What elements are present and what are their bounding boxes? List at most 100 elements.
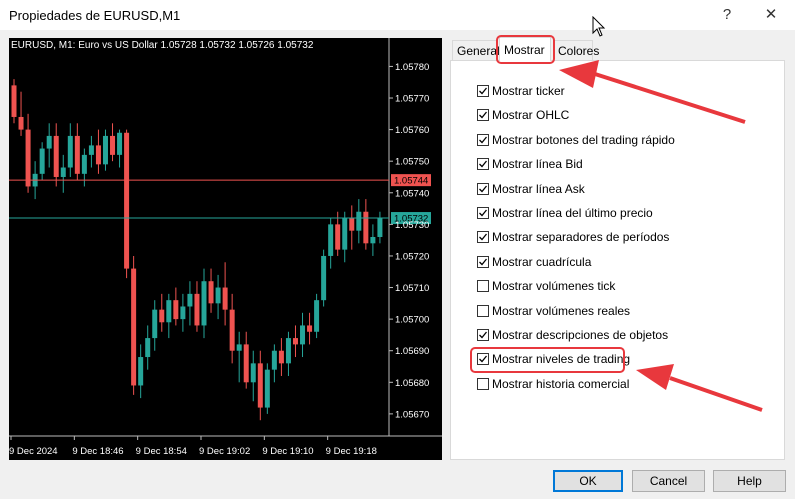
candle-body	[328, 224, 334, 256]
candle-body	[236, 344, 242, 351]
checkbox-checked[interactable]	[477, 158, 489, 171]
option-label: Mostrar volúmenes reales	[492, 303, 631, 318]
candle-body	[39, 148, 45, 174]
y-tick-label: 1.05750	[395, 157, 429, 168]
checkmark-icon	[479, 185, 488, 193]
option-label: Mostrar línea del último precio	[492, 206, 653, 220]
x-tick-label: 9 Dec 19:10	[262, 446, 313, 457]
y-tick-label: 1.05730	[395, 220, 429, 231]
candle-body	[243, 344, 249, 383]
candle-body	[67, 135, 73, 168]
option-row[interactable]: Mostrar línea del último precio	[477, 204, 653, 222]
chart-preview: 1.05744 1.05732 1.05780 1.05770 1.05760 1.05…	[9, 38, 442, 460]
checkbox-checked[interactable]	[477, 109, 489, 122]
close-button[interactable]: ✕	[756, 4, 786, 26]
option-row[interactable]: Mostrar ticker	[477, 82, 565, 100]
option-row[interactable]: Mostrar volúmenes tick	[477, 277, 615, 295]
checkbox-checked[interactable]	[477, 329, 489, 341]
option-label: Mostrar línea Bid	[492, 157, 583, 172]
candle-body	[60, 167, 66, 177]
candle-body	[131, 268, 137, 386]
annotation-arrow-icon	[559, 60, 746, 124]
candle-body	[314, 300, 320, 332]
candle-body	[201, 281, 207, 326]
candle-body	[18, 116, 24, 130]
option-label: Mostrar ticker	[492, 84, 565, 98]
x-tick-label: 9 Dec 18:46	[72, 446, 123, 457]
checkmark-icon	[479, 258, 488, 266]
option-label: Mostrar línea Ask	[492, 181, 585, 196]
option-label: Mostrar botones del trading rápido	[492, 132, 675, 147]
checkbox-checked[interactable]	[477, 207, 489, 219]
candle-body	[159, 309, 165, 323]
y-tick-label: 1.05720	[395, 251, 429, 262]
checkmark-icon	[479, 160, 488, 168]
ask-price-label: 1.05744	[394, 176, 428, 187]
option-highlight-box	[470, 347, 625, 373]
candle-body	[208, 281, 214, 304]
y-tick-label: 1.05740	[395, 188, 429, 199]
tab-colores[interactable]: Colores	[553, 40, 599, 60]
option-row[interactable]: Mostrar historia comercial	[477, 375, 629, 393]
candle-body	[356, 211, 362, 231]
option-row[interactable]: Mostrar línea Bid	[477, 155, 583, 173]
help-title-button[interactable]: ?	[712, 4, 742, 26]
candle-body	[110, 135, 116, 155]
candle-body	[46, 135, 52, 149]
checkbox-checked[interactable]	[477, 85, 489, 97]
option-row[interactable]: Mostrar cuadrícula	[477, 253, 591, 271]
checkbox-checked[interactable]	[477, 231, 489, 244]
candle-body	[102, 135, 108, 165]
candle-body	[152, 309, 158, 339]
title-bar: Propiedades de EURUSD,M1 ? ✕	[0, 0, 795, 30]
candle-body	[250, 363, 256, 383]
y-tick-label: 1.05700	[395, 315, 429, 326]
checkbox-checked[interactable]	[477, 255, 489, 268]
checkmark-icon	[479, 209, 488, 217]
ok-button[interactable]: OK	[553, 470, 623, 492]
candle-body	[321, 255, 327, 301]
candle-body	[25, 129, 31, 187]
option-label: Mostrar separadores de períodos	[492, 230, 670, 245]
cancel-button[interactable]: Cancel	[632, 470, 705, 492]
checkbox-unchecked[interactable]	[477, 280, 489, 293]
option-label: Mostrar volúmenes tick	[492, 279, 616, 294]
annotation-arrow-icon	[636, 364, 763, 412]
tab-general[interactable]: General	[452, 40, 500, 60]
checkmark-icon	[479, 87, 488, 95]
option-row[interactable]: Mostrar separadores de períodos	[477, 228, 669, 246]
x-tick-label: 9 Dec 18:54	[136, 446, 187, 457]
option-row[interactable]: Mostrar descripciones de objetos	[477, 326, 668, 344]
option-row[interactable]: Mostrar línea Ask	[477, 180, 585, 198]
y-tick-label: 1.05780	[395, 62, 429, 73]
checkbox-unchecked[interactable]	[477, 304, 489, 317]
candle-body	[257, 363, 263, 408]
y-tick-label: 1.05760	[395, 125, 429, 136]
candle-body	[124, 132, 130, 269]
candle-body	[264, 369, 270, 408]
candle-body	[180, 306, 186, 320]
checkbox-unchecked[interactable]	[477, 377, 489, 390]
candle-body	[117, 132, 123, 155]
candlestick-chart: 1.057441.05732 1.057801.057701.057601.05…	[9, 38, 442, 457]
checkmark-icon	[479, 233, 488, 241]
candle-body	[173, 300, 179, 320]
option-row[interactable]: Mostrar botones del trading rápido	[477, 131, 675, 149]
candle-body	[138, 357, 144, 386]
checkmark-icon	[479, 136, 488, 144]
candle-body	[377, 218, 383, 237]
x-tick-label: 9 Dec 19:02	[199, 446, 250, 457]
candle-body	[166, 300, 172, 323]
x-tick-label: 9 Dec 19:18	[326, 446, 377, 457]
checkbox-checked[interactable]	[477, 182, 489, 195]
help-button[interactable]: Help	[713, 470, 786, 492]
checkbox-checked[interactable]	[477, 133, 489, 146]
y-tick-label: 1.05690	[395, 346, 429, 357]
candle-body	[215, 287, 221, 304]
option-label: Mostrar historia comercial	[492, 376, 630, 391]
candle-body	[222, 287, 228, 310]
candle-body	[370, 237, 376, 244]
y-tick-label: 1.05770	[395, 94, 429, 105]
x-tick-label: 9 Dec 2024	[9, 446, 58, 457]
option-row[interactable]: Mostrar volúmenes reales	[477, 302, 630, 320]
